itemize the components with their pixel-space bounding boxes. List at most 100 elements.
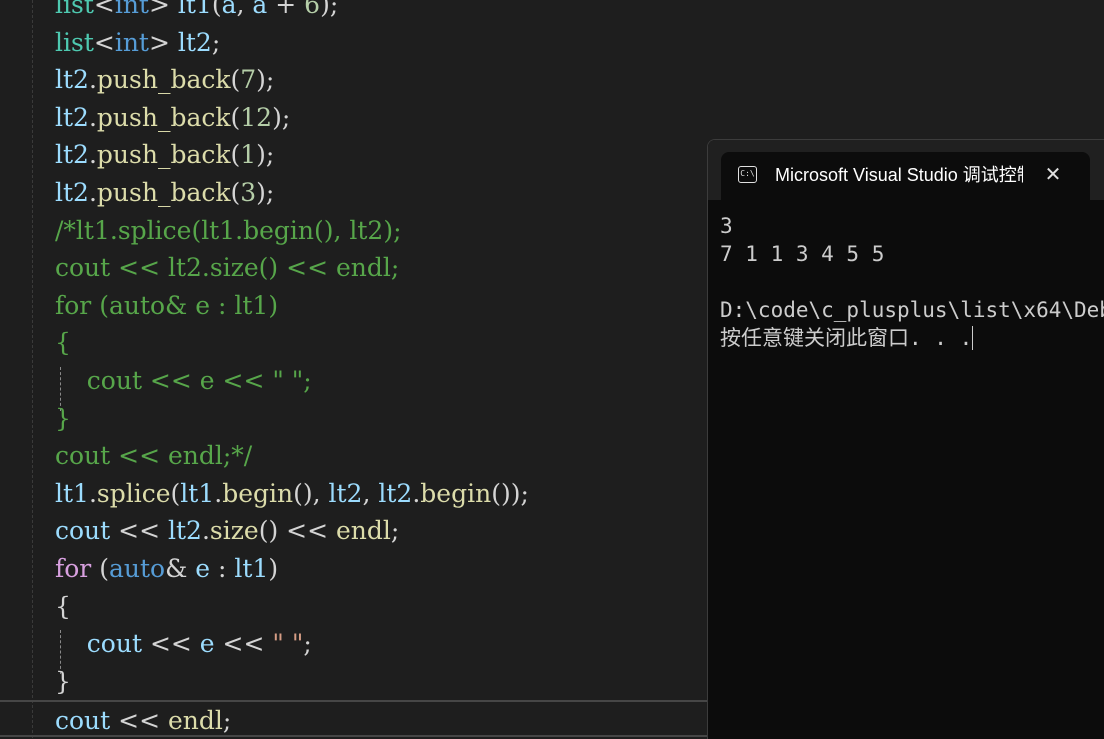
code-token: <: [93, 0, 115, 19]
code-token: ,: [362, 478, 379, 508]
code-token: ());: [491, 478, 529, 508]
code-token: .: [88, 478, 97, 508]
code-token: a: [221, 0, 237, 19]
code-token: {: [55, 328, 71, 358]
code-token: cout: [55, 706, 111, 736]
code-token: list: [55, 27, 94, 57]
console-window[interactable]: C:\ Microsoft Visual Studio 调试控制台 ✕ 3 7 …: [707, 139, 1104, 739]
code-line[interactable]: }: [55, 400, 71, 437]
code-line[interactable]: for (auto& e : lt1): [55, 550, 278, 587]
text-cursor: [972, 326, 974, 350]
code-token: (: [170, 478, 181, 508]
code-token: lt2: [378, 478, 413, 508]
code-token: size: [209, 516, 259, 546]
code-token: lt1: [55, 478, 89, 508]
code-token: 7: [240, 65, 257, 95]
code-line[interactable]: cout << lt2.size() << endl;: [55, 512, 399, 549]
code-line[interactable]: lt2.push_back(12);: [55, 99, 290, 136]
code-line[interactable]: cout << e << " ";: [55, 362, 312, 399]
code-token: lt1: [234, 554, 269, 583]
code-token: (),: [293, 478, 329, 508]
code-token: >: [148, 27, 178, 57]
code-line[interactable]: cout << endl;*/: [55, 437, 252, 474]
code-token: cout << endl;*/: [55, 441, 253, 471]
code-token: lt2: [55, 178, 89, 207]
code-token: 3: [240, 178, 257, 207]
code-token: (: [230, 178, 241, 207]
code-line[interactable]: for (auto& e : lt1): [55, 287, 278, 324]
code-line[interactable]: cout << e << " ";: [55, 625, 312, 662]
code-token: ,: [236, 0, 253, 19]
code-token: (: [91, 554, 109, 583]
code-token: begin: [222, 478, 294, 508]
code-line[interactable]: list<int> lt2;: [55, 24, 220, 61]
console-output-line: 7 1 1 3 4 5 5: [720, 242, 885, 266]
code-token: e: [195, 554, 211, 583]
code-token: ;: [211, 27, 221, 57]
code-line[interactable]: lt2.push_back(3);: [55, 174, 274, 211]
code-token: int: [114, 0, 149, 19]
code-token: :: [210, 554, 235, 583]
code-token: );: [272, 102, 291, 132]
code-token: );: [256, 140, 275, 170]
code-token: lt2: [177, 27, 212, 57]
code-token: push_back: [96, 65, 231, 95]
code-token: cout: [55, 516, 111, 546]
code-token: endl: [336, 516, 391, 546]
code-token: <<: [110, 706, 168, 736]
code-token: ;: [390, 516, 400, 546]
code-token: >: [148, 0, 178, 19]
code-token: auto: [108, 554, 166, 583]
code-token: );: [256, 65, 275, 95]
code-line[interactable]: lt1.splice(lt1.begin(), lt2, lt2.begin()…: [55, 475, 529, 512]
code-token: .: [201, 516, 210, 546]
code-line[interactable]: {: [55, 588, 71, 625]
code-token: cout << e << " ";: [55, 366, 312, 395]
code-token: <<: [142, 629, 200, 659]
code-token: list: [55, 0, 94, 19]
code-token: lt2: [168, 516, 202, 546]
code-line[interactable]: lt2.push_back(1);: [55, 136, 274, 173]
code-token: lt1: [177, 0, 212, 19]
code-token: .: [88, 102, 97, 132]
code-token: for: [55, 554, 92, 583]
code-token: splice: [96, 478, 171, 508]
console-output-line: D:\code\c_plusplus\list\x64\Debug\list.e…: [720, 298, 1104, 322]
code-token: a: [252, 0, 268, 19]
console-titlebar: C:\ Microsoft Visual Studio 调试控制台 ✕: [708, 140, 1104, 200]
close-icon[interactable]: ✕: [1040, 161, 1066, 187]
code-token: ): [268, 554, 279, 583]
code-line[interactable]: }: [55, 663, 71, 700]
console-tab[interactable]: C:\ Microsoft Visual Studio 调试控制台 ✕: [721, 152, 1090, 200]
code-token: .: [88, 140, 97, 170]
code-token: lt2: [55, 102, 89, 132]
code-token: lt2: [55, 140, 89, 170]
code-token: push_back: [96, 178, 231, 207]
code-line[interactable]: {: [55, 324, 71, 361]
code-token: e: [199, 629, 215, 659]
code-token: (: [230, 140, 241, 170]
code-token: int: [114, 27, 149, 57]
code-token: cout: [86, 629, 142, 659]
code-line[interactable]: list<int> lt1(a, a + 6);: [55, 0, 338, 23]
console-output[interactable]: 3 7 1 1 3 4 5 5 D:\code\c_plusplus\list\…: [720, 212, 1104, 352]
code-line[interactable]: lt2.push_back(7);: [55, 61, 274, 98]
code-token: }: [55, 403, 71, 433]
code-token: begin: [420, 478, 492, 508]
code-token: {: [55, 591, 71, 621]
code-line[interactable]: /*lt1.splice(lt1.begin(), lt2);: [55, 212, 402, 249]
code-token: for (auto& e : lt1): [55, 290, 279, 320]
editor-gutter-divider: [32, 0, 33, 738]
code-token: lt2: [328, 478, 363, 508]
code-token: .: [214, 478, 223, 508]
code-token: 6: [304, 0, 321, 19]
code-token: <<: [214, 629, 273, 659]
code-token: ;: [303, 629, 312, 659]
code-token: lt2: [55, 65, 89, 95]
code-token: );: [320, 0, 339, 19]
code-line[interactable]: cout << lt2.size() << endl;: [55, 249, 399, 286]
code-token: .: [88, 178, 97, 207]
code-token: +: [267, 0, 305, 19]
